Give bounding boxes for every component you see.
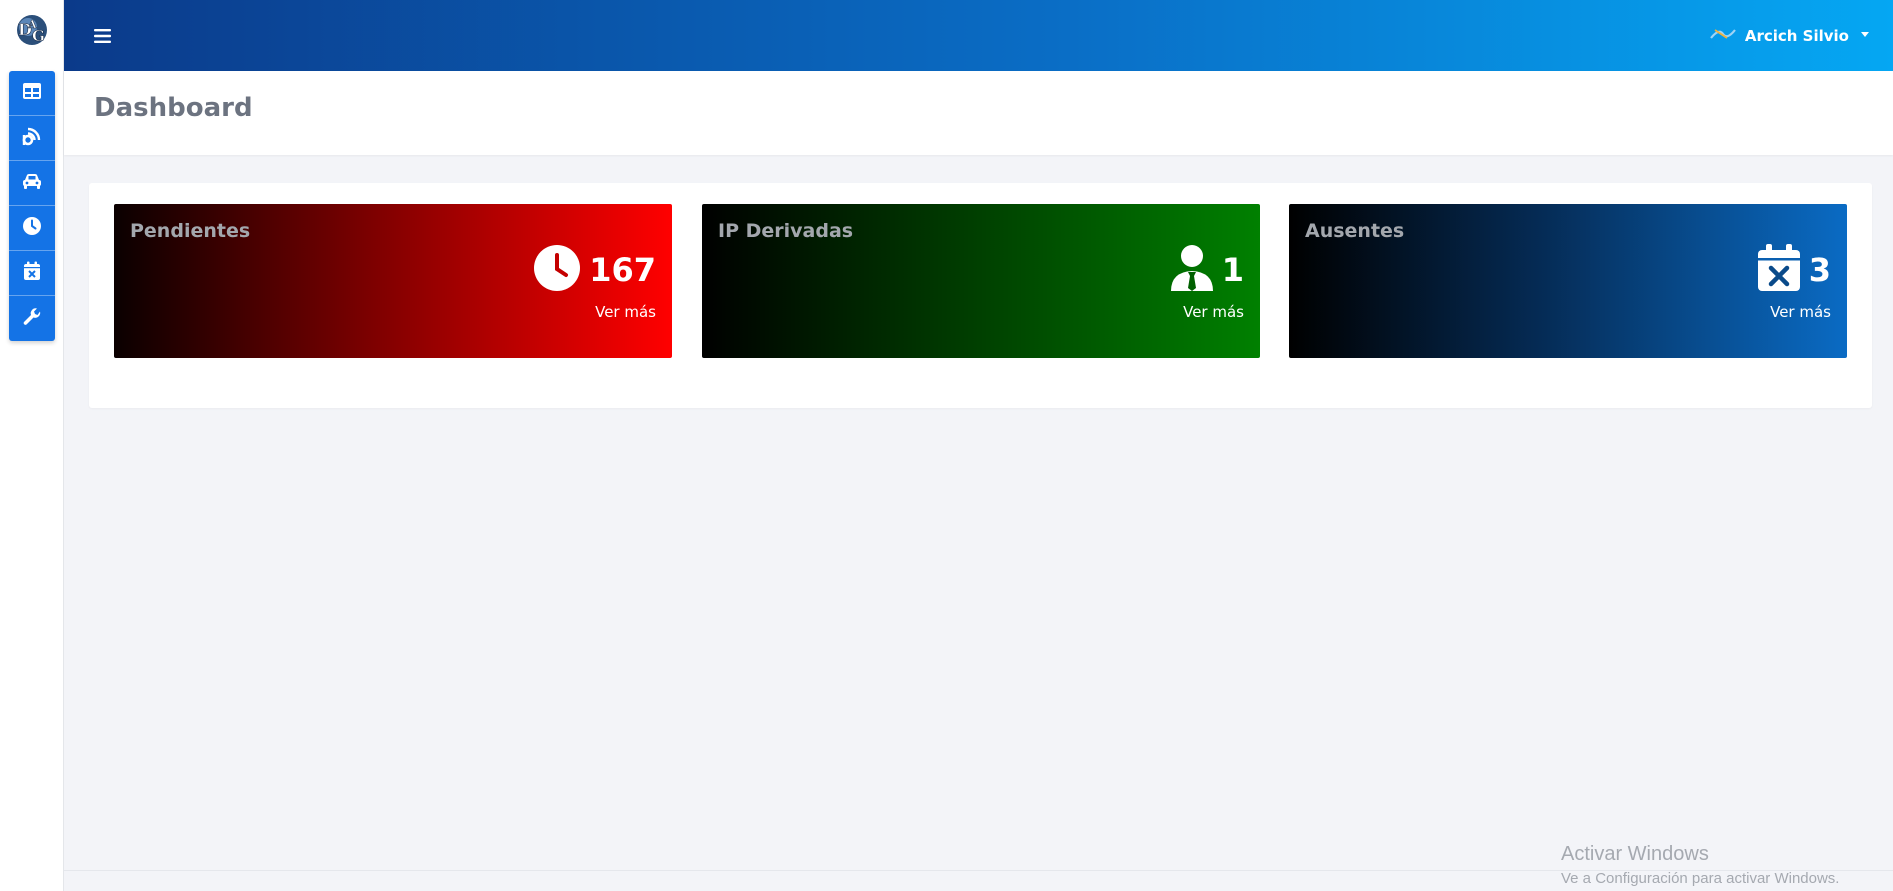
sidebar-item-signal[interactable] (9, 116, 55, 161)
tile-ip-derivadas[interactable]: IP Derivadas 1 Ver más (702, 204, 1260, 358)
sidebar-item-absences[interactable] (9, 251, 55, 296)
dashboard-panel: Pendientes 167 Ver más IP Derivadas 1 Ve… (89, 183, 1872, 408)
watermark-title: Activar Windows (1561, 843, 1709, 865)
tile-value: 3 (1808, 251, 1831, 289)
tile-pendientes[interactable]: Pendientes 167 Ver más (114, 204, 672, 358)
wrench-icon (22, 307, 42, 331)
calendar-x-icon (1757, 244, 1801, 296)
watermark-subtitle: Ve a Configuración para activar Windows. (1561, 870, 1840, 887)
tile-value: 1 (1221, 251, 1244, 289)
signal-icon (21, 125, 43, 151)
tile-stat: 3 (1757, 244, 1831, 296)
clock-icon (533, 244, 581, 296)
sidebar-menu (9, 71, 55, 341)
sidebar-item-table[interactable] (9, 71, 55, 116)
svg-text:G: G (32, 27, 45, 45)
calendar-x-icon (23, 261, 41, 285)
user-name: Arcich Silvio (1744, 27, 1849, 45)
left-sidebar: D A G (0, 0, 64, 891)
hamburger-icon[interactable] (94, 28, 112, 44)
top-navbar: Arcich Silvio (64, 0, 1893, 71)
car-icon (21, 172, 43, 194)
tile-title: Pendientes (130, 220, 251, 242)
ver-mas-link[interactable]: Ver más (1183, 303, 1244, 321)
ver-mas-link[interactable]: Ver más (595, 303, 656, 321)
page-header: Dashboard (64, 71, 1893, 155)
table-icon (22, 82, 42, 104)
user-menu[interactable]: Arcich Silvio (1709, 26, 1869, 46)
page-title: Dashboard (94, 93, 253, 123)
app-logo[interactable]: D A G (12, 12, 52, 48)
user-avatar-icon (1709, 26, 1737, 46)
tile-value: 167 (589, 251, 656, 289)
ver-mas-link[interactable]: Ver más (1770, 303, 1831, 321)
sidebar-item-clock[interactable] (9, 206, 55, 251)
sidebar-item-settings[interactable] (9, 296, 55, 341)
tile-title: IP Derivadas (718, 220, 854, 242)
tile-stat: 167 (533, 244, 656, 296)
chevron-down-icon (1861, 31, 1869, 37)
user-tie-icon (1170, 244, 1214, 296)
sidebar-item-vehicles[interactable] (9, 161, 55, 206)
tile-ausentes[interactable]: Ausentes 3 Ver más (1289, 204, 1847, 358)
windows-activation-watermark: Activar Windows Ve a Configuración para … (1561, 843, 1839, 887)
tile-title: Ausentes (1305, 220, 1405, 242)
clock-icon (22, 216, 42, 240)
tile-stat: 1 (1170, 244, 1244, 296)
